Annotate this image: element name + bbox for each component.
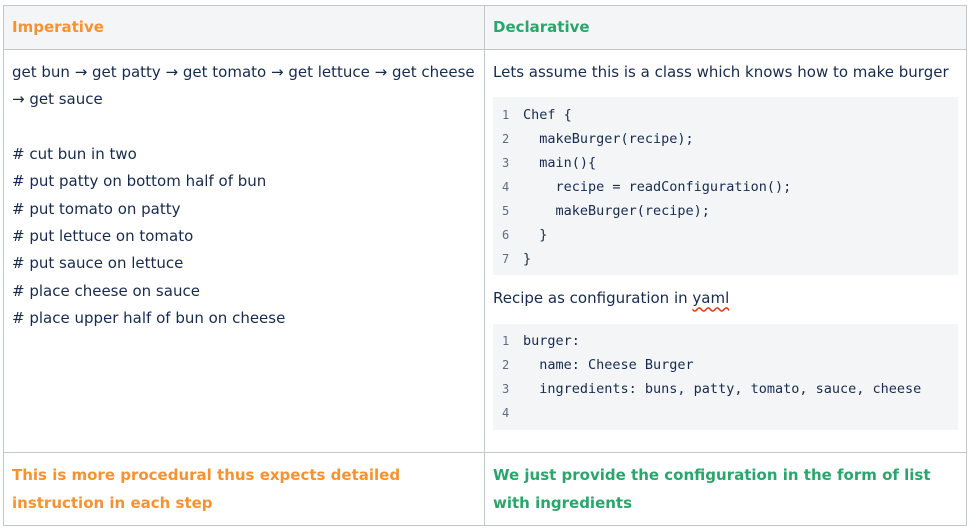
content-row: get bun → get patty → get tomato → get l… [3,49,967,453]
declarative-intro: Lets assume this is a class which knows … [493,63,949,81]
imperative-comment-line: # place cheese on sauce [12,281,200,300]
code-line: 6 } [493,223,958,247]
code-line: 2 name: Cheese Burger [493,354,958,378]
code-text: makeBurger(recipe); [523,202,710,219]
header-imperative: Imperative [12,18,104,36]
code-line: 3 ingredients: buns, patty, tomato, sauc… [493,378,958,402]
header-cell-imperative: Imperative [3,5,485,50]
code-line: 1 Chef { [493,103,958,127]
code-text: ingredients: buns, patty, tomato, sauce,… [523,381,922,398]
imperative-comment-list: # cut bun in two # put patty on bottom ha… [12,141,476,333]
comparison-table: Imperative Declarative get bun → get pat… [3,5,967,526]
header-declarative: Declarative [493,18,590,36]
header-cell-declarative: Declarative [484,5,967,50]
line-number: 4 [502,406,510,421]
yaml-code-block: 1 burger: 2 name: Cheese Burger 3 ingredien… [493,323,958,430]
footer-imperative: This is more procedural thus expects det… [12,466,401,512]
code-line: 3 main(){ [493,151,958,175]
imperative-comment-line: # put tomato on patty [12,199,181,218]
footer-declarative: We just provide the configuration in the… [493,466,931,512]
imperative-content-cell: get bun → get patty → get tomato → get l… [3,49,485,453]
code-line: 4 [493,402,958,426]
footer-row: This is more procedural thus expects det… [3,452,967,526]
footer-cell-declarative: We just provide the configuration in the… [484,452,967,526]
imperative-comment-line: # cut bun in two [12,144,137,163]
imperative-comment-line: # place upper half of bun on cheese [12,309,286,328]
imperative-comment-line: # put sauce on lettuce [12,254,184,273]
imperative-comment-line: # put lettuce on tomato [12,227,194,246]
imperative-steps: get bun → get patty → get tomato → get l… [12,63,475,109]
code-text: } [523,250,532,267]
footer-cell-imperative: This is more procedural thus expects det… [3,452,485,526]
header-row: Imperative Declarative [3,5,967,50]
chef-code-block: 1 Chef {2 makeBurger(recipe); 3 main(){4 r… [493,97,958,276]
code-line: 7} [493,247,958,271]
code-line: 1 burger: [493,330,958,354]
code-line: 2 makeBurger(recipe); [493,127,958,151]
code-line: 5 makeBurger(recipe); [493,199,958,223]
yaml-word: yaml [692,289,730,308]
declarative-content-cell: Lets assume this is a class which knows … [484,49,967,453]
line-number: 7 [502,251,510,266]
imperative-comment-line: # put patty on bottom half of bun [12,172,267,191]
code-line: 4 recipe = readConfiguration(); [493,175,958,199]
recipe-label-text: Recipe as configuration in [493,289,693,308]
recipe-label: Recipe as configuration in yaml [493,285,958,312]
